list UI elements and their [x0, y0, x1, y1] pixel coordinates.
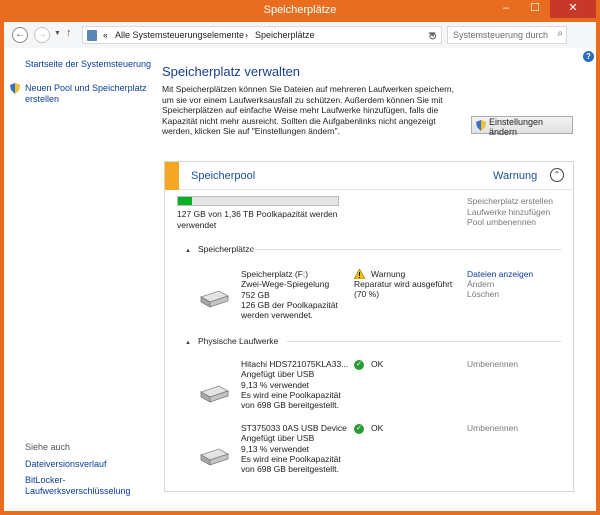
- left-link-bitlocker[interactable]: BitLocker-Laufwerksverschlüsselung: [25, 475, 135, 497]
- left-link-new-pool[interactable]: Neuen Pool und Speicherplatz erstellen: [25, 83, 150, 105]
- drive-1-details: Hitachi HDS721075KLA33... Angefügt über …: [241, 359, 353, 410]
- breadcrumb-separator: ›: [245, 30, 248, 40]
- collapse-triangle-icon[interactable]: ▲: [185, 248, 191, 254]
- space-status-detail: Reparatur wird ausgeführt (70 %): [354, 279, 453, 300]
- close-button[interactable]: ✕: [550, 0, 596, 18]
- storage-space-drive-icon: [200, 290, 229, 308]
- up-button[interactable]: ↑: [66, 27, 72, 39]
- drive-connection: Angefügt über USB: [241, 433, 315, 444]
- physical-drive-icon: [200, 385, 229, 403]
- breadcrumb-all-items[interactable]: Alle Systemsteuerungselemente: [115, 30, 244, 40]
- rename-drive-1-link[interactable]: Umbenennen: [467, 359, 518, 369]
- maximize-button[interactable]: ☐: [521, 0, 549, 18]
- search-input[interactable]: [448, 27, 548, 43]
- rename-drive-2-link[interactable]: Umbenennen: [467, 423, 518, 433]
- back-button[interactable]: ←: [12, 27, 28, 43]
- space-status: Warnung: [371, 269, 406, 279]
- drive-name: Hitachi HDS721075KLA33...: [241, 359, 349, 369]
- change-space-link[interactable]: Ändern: [467, 279, 494, 289]
- ok-icon: ✓: [354, 360, 364, 370]
- change-settings-button[interactable]: Einstellungen ändern: [471, 116, 573, 137]
- left-link-file-history[interactable]: Dateiversionsverlauf: [25, 459, 155, 470]
- content-area: ? Startseite der Systemsteuerung Neuen P…: [4, 48, 596, 511]
- minimize-button[interactable]: –: [492, 0, 520, 18]
- storage-pool-status: Warnung: [493, 170, 538, 182]
- forward-button[interactable]: →: [34, 27, 50, 43]
- drive-capacity: Es wird eine Poolkapazität von 698 GB be…: [241, 453, 341, 475]
- address-bar: ← → ▼ ↑ « Alle Systemsteuerungselemente …: [4, 22, 596, 48]
- title-bar[interactable]: Speicherplätze – ☐ ✕: [0, 0, 600, 22]
- space-size: 752 GB: [241, 289, 270, 300]
- help-icon[interactable]: ?: [583, 51, 594, 62]
- create-space-link[interactable]: Speicherplatz erstellen: [467, 196, 553, 207]
- pool-usage-text: 127 GB von 1,36 TB Poolkapazität werden …: [177, 209, 338, 230]
- drive-connection: Angefügt über USB: [241, 369, 315, 380]
- shield-icon: [476, 120, 486, 131]
- page-description: Mit Speicherplätzen können Sie Dateien a…: [162, 84, 455, 136]
- change-settings-label: Einstellungen ändern: [489, 117, 544, 137]
- spaces-section-label: Speicherplätze: [197, 244, 255, 254]
- spaces-section-header[interactable]: ▲ Speicherplätze: [185, 244, 254, 254]
- ok-icon: ✓: [354, 424, 364, 434]
- rename-pool-link[interactable]: Pool umbenennen: [467, 217, 553, 228]
- search-box[interactable]: ⌕: [447, 26, 567, 44]
- left-link-home[interactable]: Startseite der Systemsteuerung: [25, 59, 155, 70]
- physical-drive-icon: [200, 448, 229, 466]
- warning-stripe: [165, 162, 179, 190]
- space-name: Speicherplatz (F:): [241, 269, 309, 279]
- storage-pool-panel: Speicherpool Warnung ⌃ 127 GB von 1,36 T…: [164, 161, 574, 492]
- shield-icon: [10, 83, 20, 94]
- control-panel-icon: [87, 30, 97, 41]
- breadcrumb-overflow[interactable]: «: [103, 30, 108, 40]
- pool-actions: Speicherplatz erstellen Laufwerke hinzuf…: [467, 196, 553, 228]
- storage-space-details: Speicherplatz (F:) Zwei-Wege-Spiegelung …: [241, 269, 353, 320]
- delete-space-link[interactable]: Löschen: [467, 289, 499, 299]
- warning-icon: [354, 269, 365, 279]
- drive-name: ST375033 0AS USB Device: [241, 423, 347, 433]
- storage-pool-title: Speicherpool: [191, 170, 256, 182]
- see-also-heading: Siehe auch: [25, 442, 71, 452]
- space-type: Zwei-Wege-Spiegelung: [241, 279, 330, 290]
- drive-used: 9,13 % verwendet: [241, 379, 310, 390]
- drive-2-details: ST375033 0AS USB Device Angefügt über US…: [241, 423, 353, 474]
- collapse-chevron-up-icon[interactable]: ⌃: [550, 168, 564, 182]
- view-files-link[interactable]: Dateien anzeigen: [467, 269, 533, 279]
- space-used: 126 GB der Poolkapazität werden verwende…: [241, 299, 338, 321]
- drive-used: 9,13 % verwendet: [241, 443, 310, 454]
- window: Speicherplätze – ☐ ✕ ← → ▼ ↑ « Alle Syst…: [0, 0, 600, 515]
- drives-section-header[interactable]: ▲ Physische Laufwerke: [185, 336, 278, 346]
- pool-usage-fill: [178, 197, 193, 205]
- divider: [251, 249, 561, 250]
- drive-1-status: OK: [371, 359, 384, 369]
- breadcrumb-storage-spaces[interactable]: Speicherplätze: [255, 30, 315, 40]
- storage-pool-header[interactable]: Speicherpool Warnung ⌃: [165, 162, 573, 190]
- add-drives-link[interactable]: Laufwerke hinzufügen: [467, 207, 553, 218]
- collapse-triangle-icon[interactable]: ▲: [185, 340, 191, 346]
- page-title: Speicherplatz verwalten: [162, 64, 301, 79]
- refresh-button[interactable]: ↻: [428, 30, 437, 43]
- drive-capacity: Es wird eine Poolkapazität von 698 GB be…: [241, 389, 341, 411]
- drive-2-status: OK: [371, 423, 384, 433]
- drives-section-label: Physische Laufwerke: [197, 336, 279, 346]
- pool-usage-bar: [177, 196, 339, 206]
- divider: [287, 341, 561, 342]
- search-icon[interactable]: ⌕: [557, 28, 563, 39]
- recent-pages-chevron-down-icon[interactable]: ▼: [54, 30, 61, 37]
- breadcrumb[interactable]: « Alle Systemsteuerungselemente › Speich…: [82, 26, 442, 44]
